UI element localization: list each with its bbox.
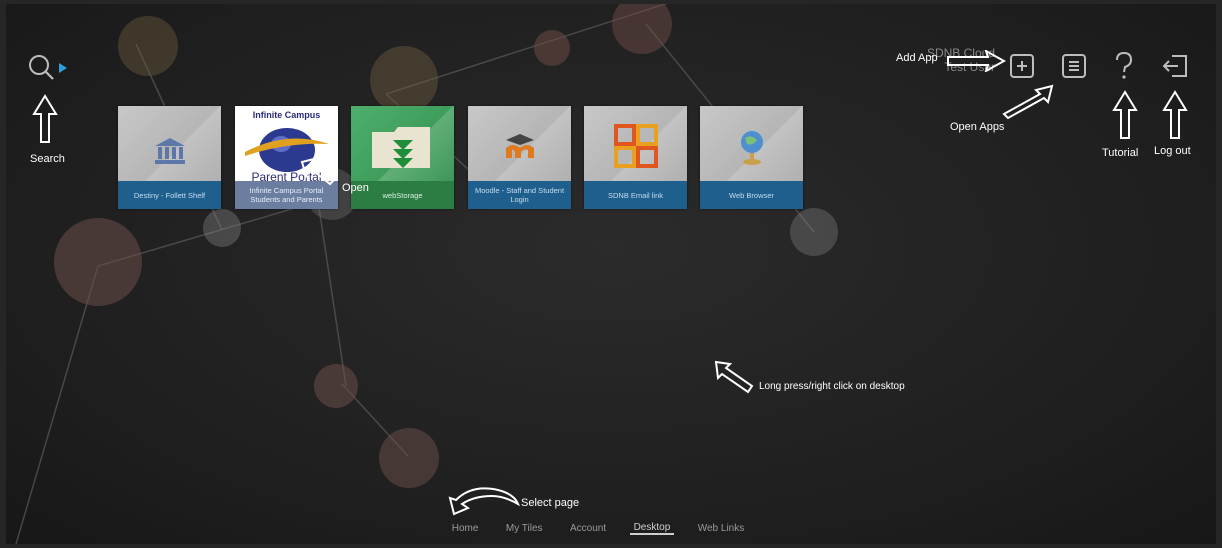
- tutorial-note: Tutorial: [1102, 147, 1139, 159]
- tile-moodle[interactable]: Moodle - Staff and Student Login: [468, 106, 571, 209]
- select-page-arrow-annotation-icon: [448, 487, 520, 516]
- tile-email[interactable]: SDNB Email link: [584, 106, 687, 209]
- list-icon: [1062, 54, 1086, 78]
- open-arrow-annotation-icon: [300, 156, 336, 186]
- page-tabs: Home My Tiles Account Desktop Web Links: [438, 517, 758, 539]
- tutorial-button[interactable]: [1110, 50, 1138, 82]
- add-app-note: Add App: [896, 52, 938, 64]
- search-note: Search: [30, 153, 65, 165]
- tile-label: Web Browser: [700, 181, 803, 209]
- moodle-icon: [505, 134, 534, 158]
- folder-download-icon: [371, 127, 430, 168]
- open-apps-note: Open Apps: [950, 121, 1005, 133]
- tutorial-arrow-annotation-icon: [1112, 90, 1138, 139]
- tile-web-browser[interactable]: Web Browser: [700, 106, 803, 209]
- tile-label: Moodle - Staff and Student Login: [468, 181, 571, 209]
- logo-top-text: Infinite Campus: [252, 110, 321, 120]
- add-app-arrow-annotation-icon: [947, 50, 1006, 72]
- open-apps-button[interactable]: [1060, 52, 1088, 80]
- tab-my-tiles[interactable]: My Tiles: [502, 523, 547, 534]
- plus-square-icon: [1010, 54, 1034, 78]
- search-icon: [29, 55, 54, 80]
- tile-label: Destiny - Follett Shelf: [118, 181, 221, 209]
- office-icon: [613, 124, 658, 168]
- desktop-arrow-annotation-icon: [714, 360, 754, 394]
- question-mark-icon: [1116, 51, 1133, 79]
- tab-desktop[interactable]: Desktop: [629, 522, 675, 535]
- logout-arrow-annotation-icon: [1162, 90, 1188, 139]
- library-icon: [154, 138, 185, 164]
- open-note: Open: [342, 182, 369, 194]
- up-arrow-annotation-icon: [32, 94, 58, 143]
- globe-icon: [740, 131, 763, 165]
- logout-icon: [1162, 55, 1187, 77]
- expand-arrow-icon: [59, 63, 67, 73]
- desktop-hint-note: Long press/right click on desktop: [759, 381, 905, 392]
- tab-web-links[interactable]: Web Links: [694, 523, 749, 534]
- tile-destiny[interactable]: Destiny - Follett Shelf: [118, 106, 221, 209]
- open-apps-arrow-annotation-icon: [1002, 84, 1054, 120]
- desktop-background[interactable]: Search Destiny - Follett Shelf Infinite …: [6, 4, 1216, 544]
- select-page-note: Select page: [521, 497, 580, 509]
- logout-note: Log out: [1154, 145, 1191, 157]
- tab-account[interactable]: Account: [566, 523, 610, 534]
- tile-label: SDNB Email link: [584, 181, 687, 209]
- add-app-button[interactable]: [1008, 52, 1036, 80]
- search-button[interactable]: [26, 52, 70, 84]
- tab-home[interactable]: Home: [448, 523, 483, 534]
- logout-button[interactable]: [1160, 52, 1190, 80]
